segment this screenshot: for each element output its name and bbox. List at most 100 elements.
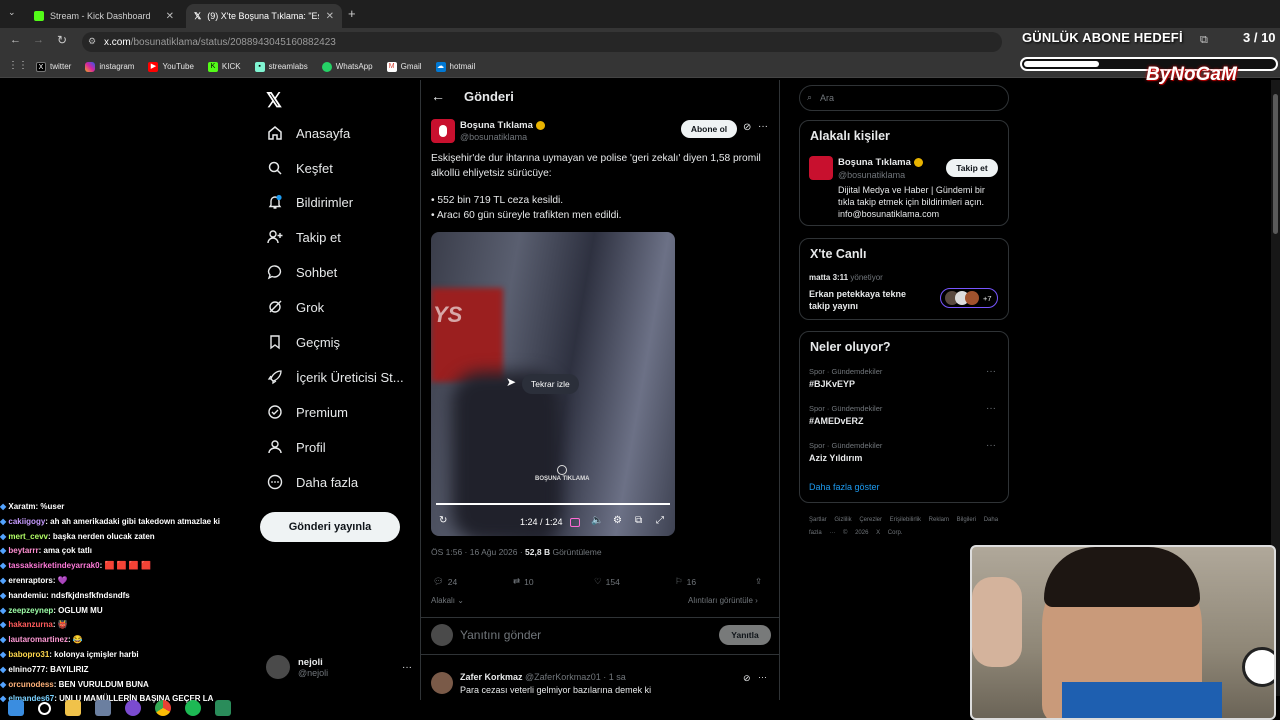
chat-username[interactable]: zeepzeynep — [8, 606, 53, 615]
reply-button[interactable]: Yanıtla — [719, 625, 771, 645]
scrollbar-thumb[interactable] — [1273, 94, 1278, 234]
bookmark-streamlabs[interactable]: ▪ streamlabs — [254, 61, 308, 72]
show-more-link[interactable]: Daha fazla göster — [809, 482, 880, 492]
avatar[interactable] — [431, 672, 453, 694]
trend-item[interactable]: Spor · Gündemdekiler #AMEDvERZ — [809, 404, 882, 426]
author-handle[interactable]: @bosunatiklama — [460, 132, 527, 142]
nav-bookmarks[interactable]: Geçmiş — [266, 332, 340, 352]
apps-grid-icon[interactable]: ⋮⋮ — [8, 60, 28, 71]
nav-explore[interactable]: Keşfet — [266, 158, 333, 178]
related-name[interactable]: Boşuna Tıklama — [838, 157, 923, 168]
nav-follow[interactable]: Takip et — [266, 227, 341, 247]
grok-icon[interactable]: ⊘ — [743, 673, 751, 684]
sort-relevant[interactable]: Alakalı ⌄ — [431, 596, 464, 605]
trend-item[interactable]: Spor · Gündemdekiler #BJKvEYP — [809, 367, 882, 389]
search-input[interactable]: ⌕ Ara — [799, 85, 1009, 111]
bookmark-hotmail[interactable]: ☁ hotmail — [435, 61, 475, 72]
replay-button[interactable]: Tekrar izle — [522, 374, 579, 394]
tab-kick-dashboard[interactable]: Stream - Kick Dashboard ✕ — [26, 4, 182, 28]
chat-username[interactable]: orcunodess — [8, 680, 53, 689]
like-action[interactable]: ♡ 154 — [594, 576, 620, 587]
new-tab-icon[interactable]: + — [348, 6, 356, 21]
chat-username[interactable]: handemiu — [8, 591, 46, 600]
subscribe-button[interactable]: Abone ol — [681, 120, 737, 138]
bookmark-kick[interactable]: K KICK — [207, 61, 241, 72]
back-arrow-icon[interactable]: ← — [431, 88, 445, 104]
pip-icon[interactable]: ⧉ — [635, 515, 642, 526]
footer-links[interactable]: Şartlar Gizlilik Çerezler Erişilebilirli… — [809, 514, 1009, 540]
avatar[interactable] — [809, 156, 833, 180]
app-icon[interactable] — [215, 700, 231, 716]
chat-username[interactable]: hakanzurna — [8, 620, 52, 629]
fullscreen-icon[interactable]: ⤢ — [656, 515, 664, 526]
close-icon[interactable]: ✕ — [326, 11, 334, 22]
bookmark-gmail[interactable]: M Gmail — [386, 61, 422, 72]
tab-x-post[interactable]: 𝕏 (9) X'te Boşuna Tıklama: "Eskişe ✕ — [186, 4, 342, 28]
chat-username[interactable]: erenraptors — [8, 576, 52, 585]
trend-item[interactable]: Spor · Gündemdekiler Aziz Yıldırım — [809, 441, 882, 463]
chat-username[interactable]: babopro31 — [8, 650, 49, 659]
bookmark-youtube[interactable]: ▶ YouTube — [148, 61, 194, 72]
more-dots-icon[interactable]: ··· — [986, 440, 996, 451]
site-info-icon[interactable]: ⚙ — [88, 36, 96, 47]
chat-username[interactable]: elnino777 — [8, 665, 45, 674]
follow-button[interactable]: Takip et — [946, 159, 998, 177]
more-dots-icon[interactable]: ··· — [986, 403, 996, 414]
tab-list-icon[interactable]: ⌄ — [8, 7, 16, 18]
nav-creator-studio[interactable]: İçerik Üreticisi St... — [266, 367, 404, 387]
reload-icon[interactable]: ↻ — [57, 33, 67, 47]
reply-input[interactable]: Yanıtını gönder — [460, 628, 541, 642]
spotify-icon[interactable] — [185, 700, 201, 716]
search-icon[interactable] — [38, 701, 51, 715]
view-quotes-link[interactable]: Alıntıları görüntüle › — [688, 596, 758, 605]
reply-action[interactable]: 💬︎ 24 — [433, 576, 457, 587]
obs-icon[interactable] — [125, 700, 141, 716]
x-logo-icon[interactable]: 𝕏 — [266, 88, 282, 113]
live-participants[interactable]: +7 — [940, 288, 998, 308]
bookmark-instagram[interactable]: instagram — [85, 61, 134, 72]
app-icon[interactable] — [95, 700, 111, 716]
more-dots-icon[interactable]: ··· — [402, 662, 412, 673]
nav-profile[interactable]: Profil — [266, 437, 326, 457]
nav-notifications[interactable]: Bildirimler — [266, 192, 353, 212]
grok-icon[interactable]: ⊘ — [743, 122, 751, 133]
nav-premium[interactable]: Premium — [266, 402, 348, 422]
chat-username[interactable]: mert_cevv — [8, 532, 48, 541]
windows-start-icon[interactable] — [8, 700, 24, 716]
share-action[interactable]: ⇪ — [755, 576, 762, 587]
nav-more[interactable]: Daha fazla — [266, 472, 358, 492]
chat-username[interactable]: beytarrr — [8, 546, 38, 555]
volume-icon[interactable]: 🔈 — [591, 515, 603, 526]
file-explorer-icon[interactable] — [65, 700, 81, 716]
captions-icon[interactable] — [570, 518, 580, 527]
bookmark-twitter[interactable]: Xtwitter — [36, 61, 71, 72]
chrome-icon[interactable] — [155, 700, 171, 716]
live-host[interactable]: matta 3:11 yönetiyor — [809, 273, 883, 282]
nav-grok[interactable]: Grok — [266, 297, 324, 317]
nav-chat[interactable]: Sohbet — [266, 262, 337, 282]
forward-icon[interactable]: → — [33, 34, 44, 46]
back-icon[interactable]: ← — [10, 34, 21, 46]
comment-header[interactable]: Zafer Korkmaz @ZaferKorkmaz01 · 1 sa — [460, 672, 626, 682]
video-progress-bar[interactable] — [436, 503, 670, 505]
chat-username[interactable]: cakiigogy — [8, 517, 45, 526]
settings-icon[interactable]: ⚙ — [613, 515, 622, 526]
more-dots-icon[interactable]: ··· — [758, 121, 768, 132]
bookmark-action[interactable]: ⚐ 16 — [675, 576, 696, 587]
replay-icon[interactable]: ↻ — [439, 515, 447, 526]
account-switcher[interactable]: nejoli @nejoli ··· — [266, 652, 412, 682]
bookmark-whatsapp[interactable]: WhatsApp — [321, 61, 373, 72]
author-name[interactable]: Boşuna Tıklama — [460, 120, 545, 131]
post-button[interactable]: Gönderi yayınla — [260, 512, 400, 542]
nav-home[interactable]: Anasayfa — [266, 123, 350, 143]
chat-username[interactable]: Xaratm — [8, 502, 35, 511]
extensions-icon[interactable]: ⧉ — [1200, 34, 1208, 47]
chat-username[interactable]: tassaksirketindeyarrak0 — [8, 561, 99, 570]
more-dots-icon[interactable]: ··· — [758, 672, 767, 682]
address-bar[interactable]: ⚙ x.com/bosunatiklama/status/20889430451… — [82, 32, 1002, 52]
live-topic[interactable]: Erkan petekkaya tekne takip yayını — [809, 288, 929, 312]
chat-username[interactable]: lautaromartinez — [8, 635, 68, 644]
more-dots-icon[interactable]: ··· — [986, 366, 996, 377]
repost-action[interactable]: ⇄ 10 — [513, 576, 534, 587]
close-icon[interactable]: ✕ — [166, 11, 174, 22]
